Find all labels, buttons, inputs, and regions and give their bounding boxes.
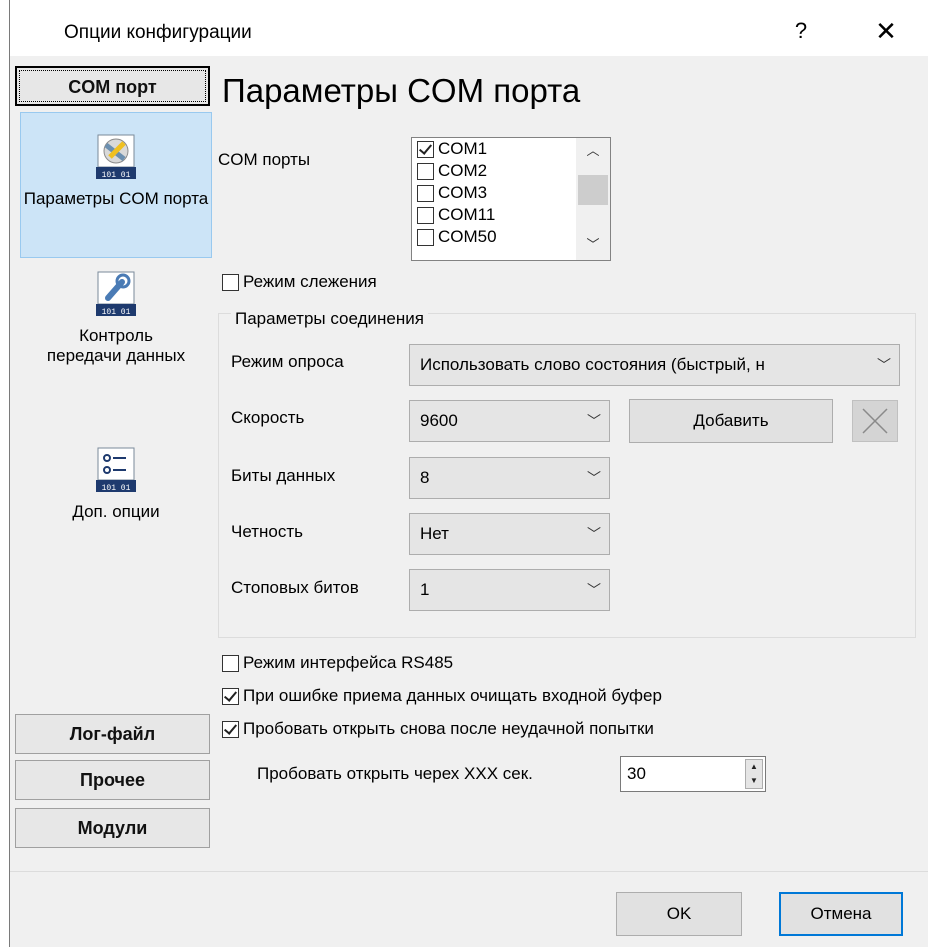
poll-mode-label: Режим опроса — [231, 352, 344, 371]
parity-label: Четность — [231, 522, 303, 541]
nav-item-com-params[interactable]: 101 01 Параметры COM порта — [20, 112, 212, 258]
category-log-file[interactable]: Лог-файл — [15, 714, 210, 754]
rs485-checkbox[interactable]: Режим интерфейса RS485 — [222, 653, 453, 673]
checkbox[interactable] — [417, 162, 434, 180]
retry-interval-label: Пробовать открыть черех XXX сек. — [257, 764, 533, 783]
nav-item-label: Доп. опции — [72, 502, 160, 521]
close-icon — [862, 408, 888, 434]
ok-button[interactable]: OK — [616, 892, 742, 936]
parity-select[interactable]: Нет ﹀ — [409, 513, 610, 555]
retry-interval-spinner[interactable]: 30 ▲ ▼ — [620, 756, 766, 792]
checkbox[interactable] — [222, 687, 239, 705]
checkbox[interactable] — [417, 184, 434, 202]
checkbox[interactable] — [417, 206, 434, 224]
checkbox[interactable] — [222, 654, 239, 672]
cancel-button[interactable]: Отмена — [779, 892, 903, 936]
config-dialog: Опции конфигурации ? ✕ COM порт 101 01 П… — [9, 0, 928, 947]
list-scrollbar[interactable]: ︿ ﹀ — [576, 138, 610, 260]
spin-buttons[interactable]: ▲ ▼ — [745, 759, 763, 789]
checkbox[interactable] — [417, 228, 434, 246]
page-title: Параметры COM порта — [222, 72, 581, 109]
chevron-up-icon[interactable]: ︿ — [576, 140, 610, 162]
clear-buffer-checkbox[interactable]: При ошибке приема данных очищать входной… — [222, 686, 662, 706]
spin-down-icon[interactable]: ▼ — [746, 774, 762, 788]
data-bits-select[interactable]: 8 ﹀ — [409, 457, 610, 499]
category-com-port[interactable]: COM порт — [15, 66, 210, 106]
chevron-down-icon: ﹀ — [877, 357, 891, 373]
title-bar: Опции конфигурации ? ✕ — [10, 0, 928, 56]
svg-text:101 01: 101 01 — [102, 308, 131, 317]
wrench-data-icon: 101 01 — [96, 271, 136, 317]
svg-text:101 01: 101 01 — [102, 171, 131, 180]
close-button[interactable]: ✕ — [866, 16, 906, 46]
dialog-footer: OK Отмена — [10, 871, 928, 947]
checkbox[interactable] — [222, 720, 239, 738]
chevron-down-icon: ﹀ — [587, 582, 601, 598]
checkbox[interactable] — [222, 273, 239, 291]
svg-text:101 01: 101 01 — [102, 484, 131, 493]
speed-label: Скорость — [231, 408, 305, 427]
nav-item-label: Контроль передачи данных — [46, 326, 186, 365]
add-button[interactable]: Добавить — [629, 399, 833, 443]
options-list-icon: 101 01 — [96, 447, 136, 493]
stop-bits-label: Стоповых битов — [231, 578, 359, 597]
connection-group-title: Параметры соединения — [231, 309, 428, 329]
data-bits-label: Биты данных — [231, 466, 336, 485]
poll-mode-select[interactable]: Использовать слово состояния (быстрый, н… — [409, 344, 900, 386]
checkbox[interactable] — [417, 140, 434, 158]
com-ports-label: COM порты — [218, 150, 311, 169]
nav-item-data-control[interactable]: 101 01 Контроль передачи данных — [20, 270, 212, 420]
spin-up-icon[interactable]: ▲ — [746, 760, 762, 774]
category-other[interactable]: Прочее — [15, 760, 210, 800]
serial-port-settings-icon: 101 01 — [96, 134, 136, 180]
scroll-thumb[interactable] — [578, 175, 608, 205]
chevron-down-icon: ﹀ — [587, 526, 601, 542]
nav-item-label: Параметры COM порта — [23, 189, 209, 208]
speed-select[interactable]: 9600 ﹀ — [409, 400, 610, 442]
com-ports-list[interactable]: COM1 COM2 COM3 COM11 COM50 ︿ ﹀ — [411, 137, 611, 261]
nav-item-extra-options[interactable]: 101 01 Доп. опции — [20, 446, 212, 546]
chevron-down-icon: ﹀ — [587, 470, 601, 486]
window-title: Опции конфигурации — [64, 22, 252, 43]
help-button[interactable]: ? — [786, 16, 816, 46]
sidebar: COM порт 101 01 Параметры COM порта 101 … — [10, 56, 218, 871]
chevron-down-icon: ﹀ — [587, 413, 601, 429]
category-modules[interactable]: Модули — [15, 808, 210, 848]
stop-bits-select[interactable]: 1 ﹀ — [409, 569, 610, 611]
retry-open-checkbox[interactable]: Пробовать открыть снова после неудачной … — [222, 719, 654, 739]
monitor-mode-checkbox[interactable]: Режим слежения — [222, 272, 377, 292]
remove-button[interactable] — [852, 400, 898, 442]
chevron-down-icon[interactable]: ﹀ — [576, 234, 610, 256]
